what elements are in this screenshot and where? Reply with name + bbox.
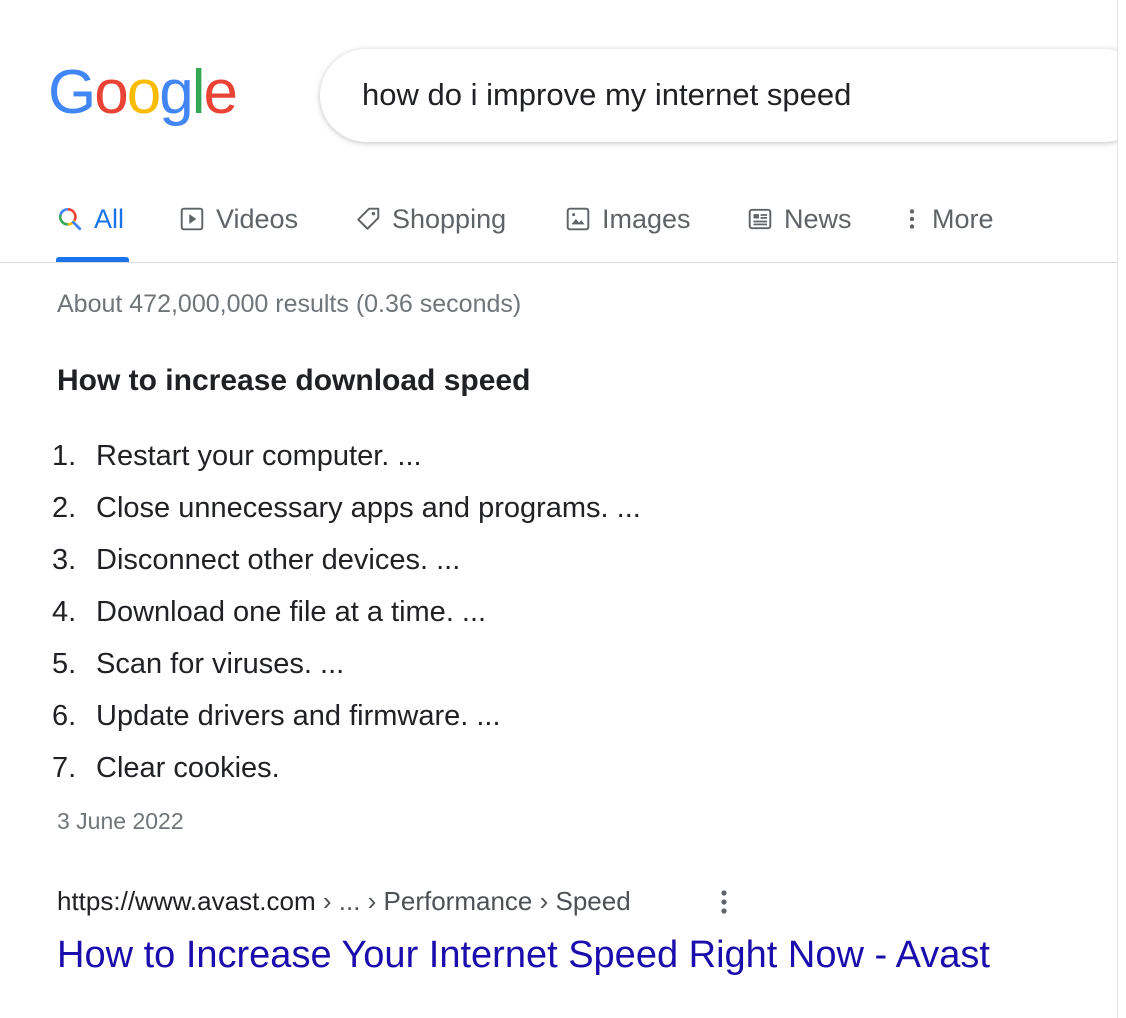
snippet-date: 3 June 2022: [57, 808, 184, 834]
result-url-domain: https://www.avast.com: [57, 886, 316, 916]
list-item-text: Restart your computer. ...: [96, 439, 422, 472]
list-item-text: Disconnect other devices. ...: [96, 543, 461, 576]
tag-icon: [354, 205, 382, 233]
tab-news[interactable]: News: [746, 198, 852, 240]
list-item: 4. Download one file at a time. ...: [52, 586, 641, 638]
tab-label: Images: [602, 203, 691, 234]
search-icon: [56, 205, 84, 233]
tabs-divider: [0, 262, 1117, 263]
list-item-number: 1.: [52, 439, 77, 472]
tab-videos[interactable]: Videos: [178, 198, 298, 240]
search-box[interactable]: [320, 49, 1126, 142]
tab-images[interactable]: Images: [564, 198, 691, 240]
list-item: 1. Restart your computer. ...: [52, 430, 641, 482]
list-item-text: Update drivers and firmware. ...: [96, 699, 501, 732]
featured-snippet-list: 1. Restart your computer. ... 2. Close unn…: [52, 430, 641, 794]
google-logo[interactable]: Google: [48, 58, 238, 127]
search-tabs: All Videos Shopping Images News More: [0, 190, 1117, 264]
news-icon: [746, 205, 774, 233]
list-item-number: 4.: [52, 595, 77, 628]
list-item: 5. Scan for viruses. ...: [52, 638, 641, 690]
list-item: 3. Disconnect other devices. ...: [52, 534, 641, 586]
list-item-number: 5.: [52, 647, 77, 680]
image-icon: [564, 205, 592, 233]
list-item-text: Scan for viruses. ...: [96, 647, 345, 680]
more-vertical-icon: [721, 890, 727, 914]
tab-label: All: [94, 203, 125, 234]
result-url[interactable]: https://www.avast.com › ... › Performanc…: [57, 886, 631, 917]
result-options-button[interactable]: [711, 884, 737, 920]
tab-more[interactable]: More: [898, 198, 994, 240]
list-item: 2. Close unnecessary apps and programs. .…: [52, 482, 641, 534]
logo-letter: o: [126, 58, 162, 127]
tab-label: Videos: [216, 203, 299, 234]
result-title-link[interactable]: How to Increase Your Internet Speed Righ…: [57, 934, 990, 977]
logo-letter: l: [191, 58, 206, 127]
logo-letter: o: [94, 58, 129, 127]
list-item-text: Clear cookies.: [96, 751, 280, 784]
tab-all[interactable]: All: [56, 198, 124, 240]
list-item-number: 2.: [52, 491, 77, 524]
result-url-breadcrumb: › ... › Performance › Speed: [315, 886, 631, 916]
featured-snippet-title: How to increase download speed: [57, 364, 531, 397]
list-item-text: Close unnecessary apps and programs. ...: [96, 491, 641, 524]
logo-letter: g: [159, 58, 194, 127]
more-vertical-icon: [898, 205, 926, 233]
list-item-number: 7.: [52, 751, 77, 784]
list-item: 6. Update drivers and firmware. ...: [52, 690, 641, 742]
tab-label: More: [932, 203, 994, 234]
tab-shopping[interactable]: Shopping: [354, 198, 506, 240]
list-item-text: Download one file at a time. ...: [96, 595, 487, 628]
logo-letter: e: [203, 58, 238, 127]
list-item: 7. Clear cookies.: [52, 742, 641, 794]
result-stats: About 472,000,000 results (0.36 seconds): [57, 290, 522, 318]
scrollbar[interactable]: [1117, 0, 1126, 1018]
tab-label: Shopping: [392, 203, 507, 234]
search-results-page: Google All V: [0, 0, 1126, 1018]
list-item-number: 6.: [52, 699, 77, 732]
logo-letter: G: [48, 58, 96, 127]
tab-label: News: [784, 203, 852, 234]
list-item-number: 3.: [52, 543, 77, 576]
search-input[interactable]: [362, 75, 1062, 115]
play-icon: [178, 205, 206, 233]
